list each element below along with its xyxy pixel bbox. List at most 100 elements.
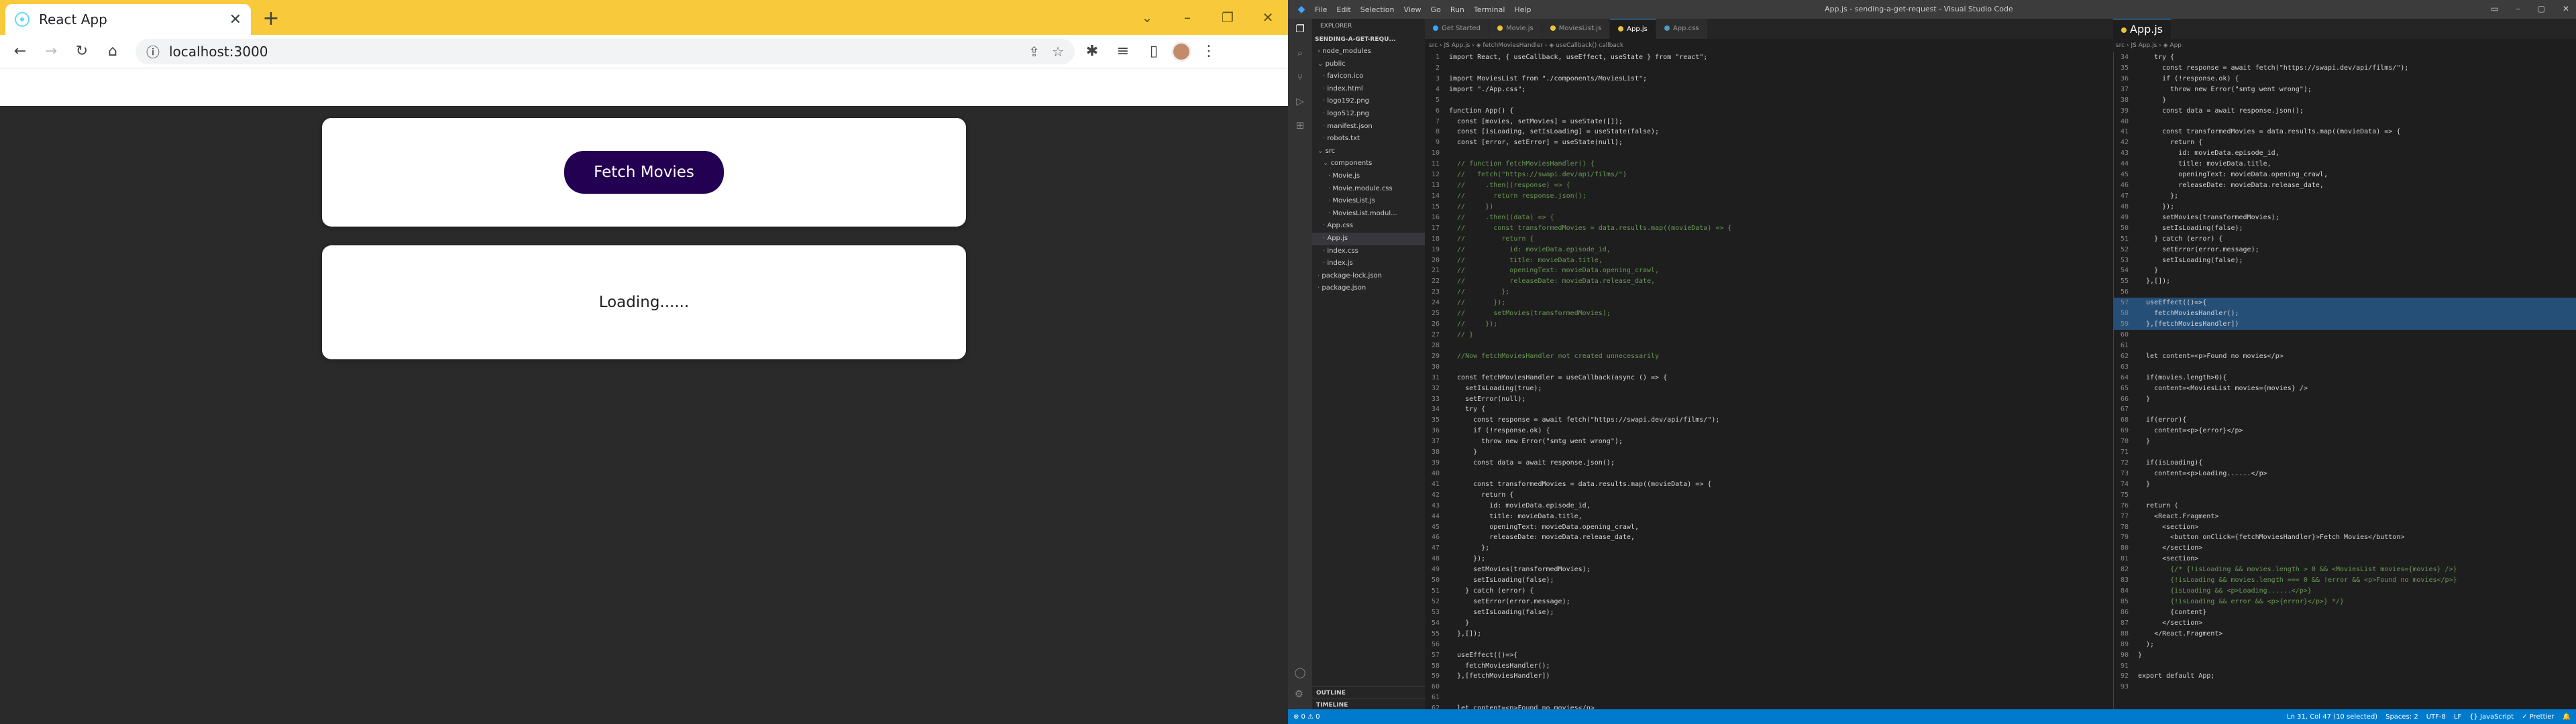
code-text: const [isLoading, setIsLoading] = useSta… <box>1449 128 1660 136</box>
tree-item[interactable]: · index.html <box>1312 83 1425 96</box>
minimize-icon[interactable]: – <box>2516 4 2520 13</box>
line-number: 24 <box>1431 299 1440 307</box>
editor-tab[interactable]: App.js <box>1610 19 1656 39</box>
forward-arrow-icon[interactable]: → <box>38 38 64 65</box>
code-line: 41 const transformedMovies = data.result… <box>1425 479 2102 490</box>
editor-tab[interactable]: Movie.js <box>1489 19 1542 39</box>
search-icon[interactable]: ⌕ <box>1297 47 1303 59</box>
layout-icon[interactable]: ▭ <box>2491 4 2498 13</box>
tab-search-icon[interactable]: ⌄ <box>1127 0 1167 35</box>
tree-item[interactable]: · Movie.js <box>1312 170 1425 183</box>
tree-item[interactable]: · package-lock.json <box>1312 270 1425 283</box>
tree-item[interactable]: · package.json <box>1312 282 1425 295</box>
share-icon[interactable]: ⇪ <box>1028 44 1040 60</box>
home-icon[interactable]: ⌂ <box>99 38 126 65</box>
status-right-item[interactable]: Spaces: 2 <box>2385 713 2418 721</box>
menu-item-run[interactable]: Run <box>1450 5 1464 14</box>
fetch-movies-button[interactable]: Fetch Movies <box>564 151 724 194</box>
menu-kebab-icon[interactable]: ⋮ <box>1195 38 1222 65</box>
editor-tab[interactable]: App.css <box>1656 19 1708 39</box>
menu-item-selection[interactable]: Selection <box>1360 5 1395 14</box>
extensions-icon[interactable]: ⊞ <box>1296 119 1305 131</box>
address-bar[interactable]: ⓘ localhost:3000 ⇪ ☆ <box>136 38 1075 64</box>
tree-item[interactable]: · App.css <box>1312 220 1425 233</box>
menu-item-terminal[interactable]: Terminal <box>1474 5 1505 14</box>
tree-item[interactable]: · index.js <box>1312 257 1425 270</box>
menu-item-edit[interactable]: Edit <box>1336 5 1350 14</box>
restore-button[interactable]: ❐ <box>1208 0 1248 35</box>
run-debug-icon[interactable]: ▷ <box>1296 95 1304 107</box>
code-line: 27 // } <box>1425 330 2102 341</box>
bookmark-star-icon[interactable]: ☆ <box>1052 44 1064 60</box>
line-number: 77 <box>2120 512 2129 520</box>
outline-section[interactable]: OUTLINE <box>1312 686 1425 699</box>
status-right-item[interactable]: ✓ Prettier <box>2522 713 2554 721</box>
code-line: 86 {content} <box>2114 607 2576 618</box>
close-window-button[interactable]: ✕ <box>1248 0 1288 35</box>
editor-tab[interactable]: MoviesList.js <box>1542 19 1611 39</box>
maximize-icon[interactable]: ▢ <box>2538 4 2545 13</box>
profile-avatar[interactable] <box>1171 41 1191 62</box>
site-info-icon[interactable]: ⓘ <box>146 42 160 61</box>
menu-item-file[interactable]: File <box>1315 5 1327 14</box>
close-tab-icon[interactable]: ✕ <box>229 11 241 28</box>
tree-item[interactable]: › node_modules <box>1312 46 1425 58</box>
tree-item[interactable]: ⌄ public <box>1312 58 1425 71</box>
back-arrow-icon[interactable]: ← <box>7 38 34 65</box>
status-right-item[interactable]: {} JavaScript <box>2469 713 2514 721</box>
status-right-item[interactable]: LF <box>2454 713 2461 721</box>
code-line: 52 setError(error.message); <box>2114 245 2576 255</box>
line-number: 69 <box>2120 427 2129 435</box>
reload-icon[interactable]: ↻ <box>68 38 95 65</box>
right-editor-tab[interactable]: App.js <box>2113 19 2172 39</box>
tree-item-label: logo192.png <box>1327 97 1370 105</box>
new-tab-button[interactable]: + <box>258 7 284 30</box>
account-icon[interactable]: ◯ <box>1295 666 1306 678</box>
manage-gear-icon[interactable]: ⚙ <box>1295 688 1306 700</box>
line-number: 34 <box>1431 406 1440 414</box>
project-folder[interactable]: SENDING-A-GET-REQU... <box>1312 34 1425 46</box>
minimize-button[interactable]: – <box>1167 0 1208 35</box>
tree-item[interactable]: · Movie.module.css <box>1312 183 1425 196</box>
tree-item[interactable]: · MoviesList.js <box>1312 195 1425 208</box>
browser-tab[interactable]: React App ✕ <box>5 4 251 35</box>
code-line: 55 },[]); <box>2114 276 2576 287</box>
menu-item-go[interactable]: Go <box>1431 5 1441 14</box>
editor-right[interactable]: 34 try {35 const response = await fetch(… <box>2113 52 2576 709</box>
line-number: 49 <box>1431 566 1440 574</box>
tree-item[interactable]: · logo192.png <box>1312 95 1425 108</box>
extensions-icon[interactable]: ✱ <box>1079 38 1106 65</box>
breadcrumb-left[interactable]: src › JS App.js › ◈ fetchMoviesHandler ›… <box>1429 40 1623 51</box>
status-right-item[interactable]: UTF-8 <box>2426 713 2446 721</box>
tree-item[interactable]: · logo512.png <box>1312 108 1425 121</box>
menu-item-help[interactable]: Help <box>1514 5 1531 14</box>
source-control-icon[interactable]: ⑂ <box>1297 71 1303 83</box>
tree-item[interactable]: · robots.txt <box>1312 133 1425 145</box>
tree-item[interactable]: · manifest.json <box>1312 121 1425 133</box>
code-line: 71 <box>2114 447 2576 458</box>
code-line: 17 // const transformedMovies = data.res… <box>1425 223 2102 234</box>
code-text: <React.Fragment> <box>2138 512 2219 520</box>
status-left-item[interactable]: ⊗ 0 ⚠ 0 <box>1293 713 1320 721</box>
close-icon[interactable]: ✕ <box>2563 4 2569 13</box>
editor-left[interactable]: 1 import React, { useCallback, useEffect,… <box>1425 52 2102 709</box>
tree-item[interactable]: ⌄ components <box>1312 158 1425 170</box>
media-icon[interactable]: ≡ <box>1110 38 1136 65</box>
tree-item[interactable]: · favicon.ico <box>1312 70 1425 83</box>
editor-tab[interactable]: Get Started <box>1425 19 1489 39</box>
line-number: 20 <box>1431 256 1440 264</box>
status-right-item[interactable]: Ln 31, Col 47 (10 selected) <box>2287 713 2377 721</box>
tree-item[interactable]: · index.css <box>1312 245 1425 258</box>
tree-item[interactable]: · App.js <box>1312 232 1425 245</box>
breadcrumb-right[interactable]: src › JS App.js › ◈ App <box>2116 40 2182 51</box>
menu-item-view[interactable]: View <box>1403 5 1421 14</box>
tree-item[interactable]: · MoviesList.modul... <box>1312 208 1425 221</box>
status-right-item[interactable]: 🔔 <box>2563 713 2571 721</box>
tree-item[interactable]: ⌄ src <box>1312 145 1425 158</box>
code-line: 53 setIsLoading(false); <box>2114 255 2576 266</box>
tree-item-label: App.css <box>1327 222 1353 230</box>
code-text: if(isLoading){ <box>2138 459 2203 467</box>
side-panel-icon[interactable]: ▯ <box>1140 38 1167 65</box>
code-line: 25 // setMovies(transformedMovies); <box>1425 308 2102 319</box>
explorer-icon[interactable]: ❐ <box>1295 23 1304 35</box>
